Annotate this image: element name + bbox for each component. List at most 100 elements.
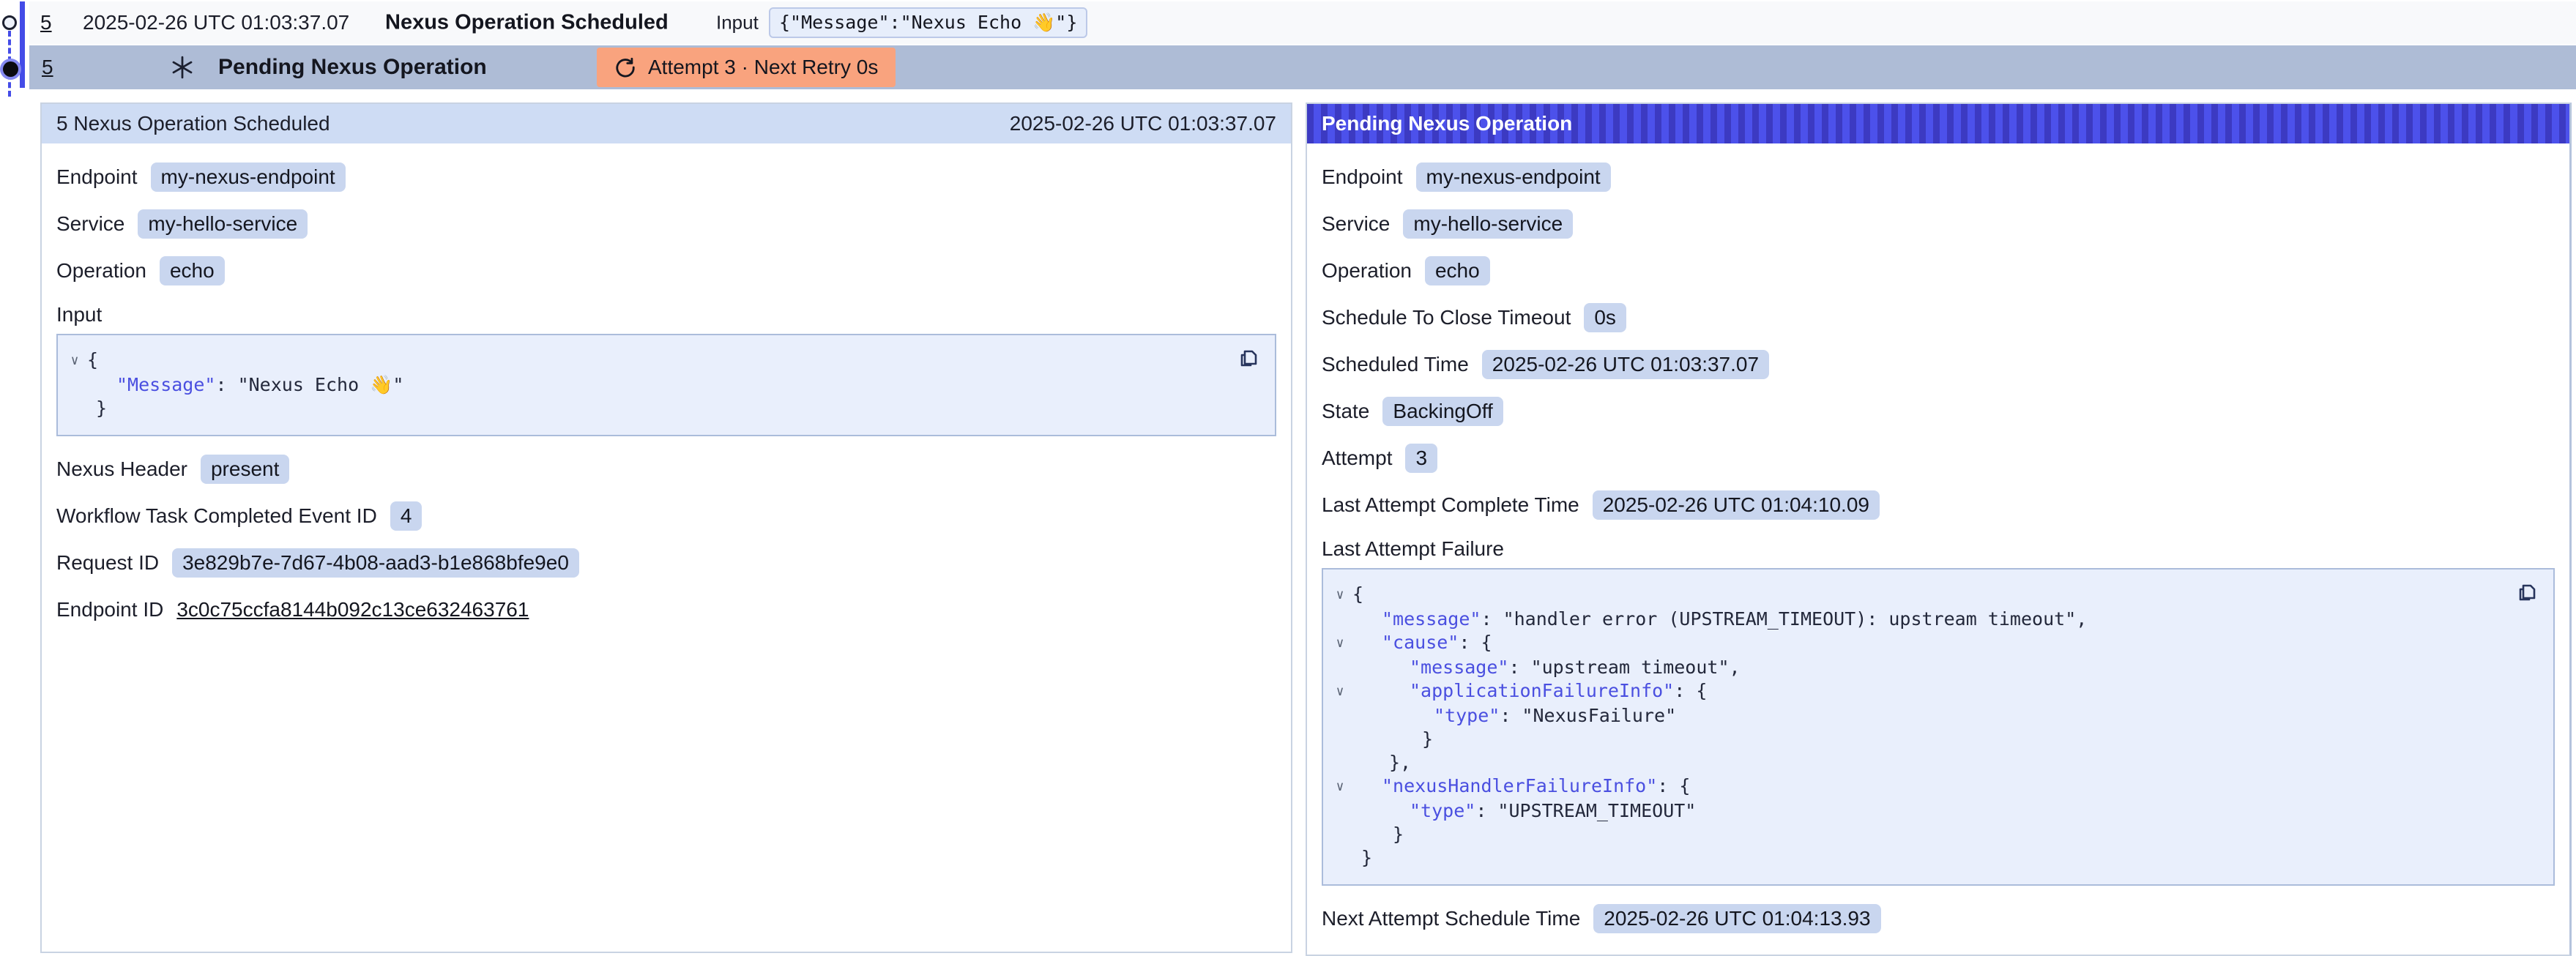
field-row: Scheduled Time 2025-02-26 UTC 01:03:37.07 <box>1322 349 2555 379</box>
field-row: Request ID 3e829b7e-7d67-4b08-aad3-b1e868… <box>56 548 1276 578</box>
event-row-pending-nexus-operation[interactable]: 5 Pending Nexus Operation Attempt 3 · Ne… <box>29 45 2576 89</box>
collapse-chevron-icon[interactable]: ∨ <box>1328 583 1352 608</box>
field-value-badge: 3 <box>1405 444 1437 473</box>
copy-icon <box>2514 580 2542 608</box>
scheduled-panel-time: 2025-02-26 UTC 01:03:37.07 <box>1010 112 1276 135</box>
collapse-chevron-icon[interactable]: ∨ <box>1328 631 1352 656</box>
field-label: Last Attempt Complete Time <box>1322 493 1579 517</box>
pending-panel-header: Pending Nexus Operation <box>1307 104 2569 143</box>
json-line-gutter <box>62 397 87 420</box>
field-row: Schedule To Close Timeout0s <box>1322 302 2555 332</box>
field-label: State <box>1322 400 1369 423</box>
field-row: Operation echo <box>56 255 1276 285</box>
json-line: ∨"cause": { <box>1328 631 2509 656</box>
field-label: Operation <box>1322 259 1412 283</box>
event-detail-panel-scheduled: 5 Nexus Operation Scheduled 2025-02-26 U… <box>40 102 1292 953</box>
json-line: }, <box>1328 751 2509 774</box>
json-line-gutter <box>1328 751 1352 774</box>
field-row: Next Attempt Schedule Time 2025-02-26 UT… <box>1322 903 2555 933</box>
input-section-label: Input <box>56 303 1276 326</box>
event-row-nexus-operation-scheduled[interactable]: 5 2025-02-26 UTC 01:03:37.07 Nexus Opera… <box>29 1 2576 44</box>
field-label: Service <box>1322 212 1390 236</box>
json-line-gutter <box>1328 799 1352 823</box>
field-label: Operation <box>56 259 146 283</box>
json-line: "Message": "Nexus Echo 👋" <box>62 373 1231 397</box>
timeline-node-open-icon <box>2 15 17 30</box>
field-value-badge: my-hello-service <box>138 209 308 239</box>
field-label: Endpoint <box>1322 165 1403 189</box>
field-row: Last Attempt Complete Time 2025-02-26 UTC… <box>1322 490 2555 520</box>
field-label: Request ID <box>56 551 159 575</box>
json-line-gutter <box>1328 728 1352 751</box>
last-attempt-failure-label: Last Attempt Failure <box>1322 537 2555 561</box>
event-input-label: Input <box>716 12 759 34</box>
field-row: Attempt 3 <box>1322 443 2555 473</box>
field-label: Scheduled Time <box>1322 353 1469 376</box>
field-label: Endpoint <box>56 165 138 189</box>
json-line: } <box>1328 846 2509 870</box>
json-line: } <box>62 397 1231 420</box>
json-line-gutter <box>1328 846 1352 870</box>
active-event-group-bar <box>20 1 25 88</box>
input-json-viewer: ∨{"Message": "Nexus Echo 👋"} <box>56 334 1276 436</box>
field-value-badge: BackingOff <box>1382 397 1503 426</box>
copy-button[interactable] <box>2514 580 2542 608</box>
field-value-badge: 2025-02-26 UTC 01:04:10.09 <box>1593 490 1880 520</box>
json-line: ∨"nexusHandlerFailureInfo": { <box>1328 774 2509 799</box>
json-line-gutter <box>1328 656 1352 679</box>
json-line: } <box>1328 728 2509 751</box>
field-value-badge: 2025-02-26 UTC 01:04:13.93 <box>1593 904 1880 933</box>
field-value-badge: my-nexus-endpoint <box>151 163 346 192</box>
collapse-chevron-icon[interactable]: ∨ <box>1328 774 1352 799</box>
event-id-link[interactable]: 5 <box>40 11 52 34</box>
field-label: Endpoint ID <box>56 598 163 621</box>
field-label: Service <box>56 212 124 236</box>
retry-icon <box>614 56 636 78</box>
json-line-gutter <box>1328 608 1352 631</box>
json-line: "type": "NexusFailure" <box>1328 704 2509 728</box>
field-value-badge: echo <box>160 256 225 285</box>
field-value-badge: 3e829b7e-7d67-4b08-aad3-b1e868bfe9e0 <box>172 548 579 578</box>
field-row: Operation echo <box>1322 255 2555 285</box>
field-row: Endpoint ID 3c0c75ccfa8144b092c13ce632463… <box>56 594 1276 624</box>
pending-panel-title: Pending Nexus Operation <box>1322 112 1572 135</box>
event-title: Pending Nexus Operation <box>218 55 487 80</box>
field-row: Workflow Task Completed Event ID4 <box>56 501 1276 531</box>
field-value-badge: echo <box>1425 256 1490 285</box>
copy-icon <box>1235 346 1263 373</box>
json-line-gutter <box>1328 704 1352 728</box>
collapse-chevron-icon[interactable]: ∨ <box>62 348 87 373</box>
json-line: "message": "handler error (UPSTREAM_TIME… <box>1328 608 2509 631</box>
field-row: Endpoint my-nexus-endpoint <box>1322 162 2555 192</box>
field-value-badge: 2025-02-26 UTC 01:03:37.07 <box>1482 350 1769 379</box>
field-row: Service my-hello-service <box>1322 209 2555 239</box>
event-input-value-chip: {"Message":"Nexus Echo 👋"} <box>769 7 1087 38</box>
json-line: } <box>1328 823 2509 846</box>
retry-badge-label: Attempt 3 · Next Retry 0s <box>648 56 878 79</box>
event-id-link[interactable]: 5 <box>42 56 53 79</box>
field-label: Nexus Header <box>56 458 187 481</box>
field-row: Service my-hello-service <box>56 209 1276 239</box>
field-label: Schedule To Close Timeout <box>1322 306 1571 329</box>
field-value-badge: present <box>201 455 289 484</box>
collapse-chevron-icon[interactable]: ∨ <box>1328 679 1352 704</box>
field-value-link[interactable]: 3c0c75ccfa8144b092c13ce632463761 <box>176 598 529 621</box>
copy-button[interactable] <box>1235 346 1263 373</box>
json-line-gutter <box>62 373 87 397</box>
field-row: Endpoint my-nexus-endpoint <box>56 162 1276 192</box>
event-timestamp: 2025-02-26 UTC 01:03:37.07 <box>83 11 349 34</box>
field-label: Attempt <box>1322 447 1392 470</box>
json-line: "message": "upstream timeout", <box>1328 656 2509 679</box>
field-value-badge: my-nexus-endpoint <box>1416 163 1611 192</box>
json-line: ∨{ <box>1328 583 2509 608</box>
json-line-gutter <box>1328 823 1352 846</box>
timeline-node-selected-icon <box>3 61 18 77</box>
field-row: State BackingOff <box>1322 396 2555 426</box>
field-value-badge: my-hello-service <box>1403 209 1573 239</box>
field-row: Nexus Header present <box>56 454 1276 484</box>
json-line: ∨{ <box>62 348 1231 373</box>
scheduled-panel-header: 5 Nexus Operation Scheduled 2025-02-26 U… <box>42 104 1291 143</box>
json-line: ∨"applicationFailureInfo": { <box>1328 679 2509 704</box>
pending-operation-panel: Pending Nexus Operation Endpoint my-nexus… <box>1306 102 2572 956</box>
failure-json-viewer: ∨{"message": "handler error (UPSTREAM_TI… <box>1322 568 2555 886</box>
